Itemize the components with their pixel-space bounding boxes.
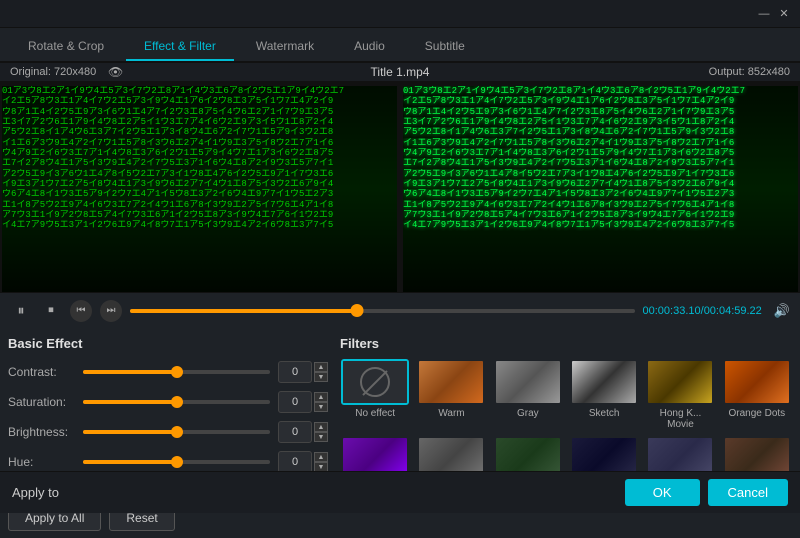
hue-label: Hue: xyxy=(8,455,83,469)
saturation-up[interactable]: ▲ xyxy=(314,392,328,402)
hue-row: Hue: 0 ▲ ▼ xyxy=(8,451,328,473)
tabs-bar: Rotate & Crop Effect & Filter Watermark … xyxy=(0,28,800,62)
time-display: 00:00:33.10/00:04:59.22 xyxy=(643,305,762,317)
hue-fill xyxy=(83,460,177,464)
preview-video: 01ア3ウ8エ2ア1イ9ウ4エ5ア3イ7ウ2エ8ア1イ4ウ3エ6ア8イ2ウ5エ1… xyxy=(403,86,798,292)
saturation-label: Saturation: xyxy=(8,395,83,409)
brightness-thumb xyxy=(171,426,183,438)
tab-watermark[interactable]: Watermark xyxy=(238,33,332,61)
tab-subtitle[interactable]: Subtitle xyxy=(407,33,483,61)
basic-effect-title: Basic Effect xyxy=(8,336,328,351)
minimize-button[interactable]: — xyxy=(756,6,772,22)
filter-label-hk-movie: Hong K... Movie xyxy=(645,408,715,430)
hue-spinners: ▲ ▼ xyxy=(314,452,328,472)
brightness-label: Brightness: xyxy=(8,425,83,439)
filter-gray[interactable]: Gray xyxy=(493,359,563,430)
hue-slider[interactable] xyxy=(83,460,270,464)
saturation-value: 0 xyxy=(278,391,312,413)
original-video: 01ア3ウ8エ2ア1イ9ウ4エ5ア3イ7ウ2エ8ア1イ4ウ3エ6ア8イ2ウ5エ1… xyxy=(2,86,397,292)
saturation-thumb xyxy=(171,396,183,408)
filter-hk-movie[interactable]: Hong K... Movie xyxy=(645,359,715,430)
brightness-fill xyxy=(83,430,177,434)
saturation-row: Saturation: 0 ▲ ▼ xyxy=(8,391,328,413)
hk-movie-bg xyxy=(648,361,712,403)
time-total: 00:04:59.22 xyxy=(704,305,762,317)
contrast-fill xyxy=(83,370,177,374)
contrast-thumb xyxy=(171,366,183,378)
apply-to-text: Apply to xyxy=(12,485,59,500)
gray-bg xyxy=(496,361,560,403)
next-button[interactable]: ⏭ xyxy=(100,300,122,322)
progress-thumb xyxy=(351,304,364,317)
video-title-bar: Original: 720x480 👁 Title 1.mp4 Output: … xyxy=(0,62,800,82)
filter-label-orange-dots: Orange Dots xyxy=(728,408,785,419)
brightness-spinners: ▲ ▼ xyxy=(314,422,328,442)
contrast-slider[interactable] xyxy=(83,370,270,374)
time-current: 00:00:33.10 xyxy=(643,305,701,317)
filter-thumb-gray xyxy=(494,359,562,405)
contrast-down[interactable]: ▼ xyxy=(314,372,328,382)
filter-thumb-orange-dots xyxy=(723,359,791,405)
close-button[interactable]: ✕ xyxy=(776,6,792,22)
saturation-down[interactable]: ▼ xyxy=(314,402,328,412)
hue-thumb xyxy=(171,456,183,468)
contrast-label: Contrast: xyxy=(8,365,83,379)
video-title: Title 1.mp4 xyxy=(371,65,430,79)
brightness-up[interactable]: ▲ xyxy=(314,422,328,432)
filter-label-no-effect: No effect xyxy=(355,408,395,419)
contrast-row: Contrast: 0 ▲ ▼ xyxy=(8,361,328,383)
stop-button[interactable]: ⏹ xyxy=(40,300,62,322)
brightness-value: 0 xyxy=(278,421,312,443)
title-bar: — ✕ xyxy=(0,0,800,28)
filter-orange-dots[interactable]: Orange Dots xyxy=(722,359,792,430)
bottom-bar: Apply to OK Cancel xyxy=(0,471,800,513)
progress-fill xyxy=(130,309,357,313)
cancel-button[interactable]: Cancel xyxy=(708,479,788,506)
volume-icon[interactable]: 🔊 xyxy=(774,303,790,319)
video-section: 01ア3ウ8エ2ア1イ9ウ4エ5ア3イ7ウ2エ8ア1イ4ウ3エ6ア8イ2ウ5エ1… xyxy=(0,82,800,292)
brightness-row: Brightness: 0 ▲ ▼ xyxy=(8,421,328,443)
sketch-bg xyxy=(572,361,636,403)
tab-rotate[interactable]: Rotate & Crop xyxy=(10,33,122,61)
eye-icon[interactable]: 👁 xyxy=(108,65,123,79)
filter-thumb-warm xyxy=(417,359,485,405)
filter-label-gray: Gray xyxy=(517,408,539,419)
filter-label-sketch: Sketch xyxy=(589,408,620,419)
progress-track[interactable] xyxy=(130,309,635,313)
orange-dots-bg xyxy=(725,361,789,403)
contrast-up[interactable]: ▲ xyxy=(314,362,328,372)
filter-no-effect[interactable]: No effect xyxy=(340,359,410,430)
output-label: Output: 852x480 xyxy=(709,66,790,78)
brightness-down[interactable]: ▼ xyxy=(314,432,328,442)
no-effect-bg xyxy=(343,361,407,403)
no-effect-icon xyxy=(360,367,390,397)
filter-warm[interactable]: Warm xyxy=(416,359,486,430)
filter-thumb-sketch xyxy=(570,359,638,405)
brightness-slider[interactable] xyxy=(83,430,270,434)
filter-sketch[interactable]: Sketch xyxy=(569,359,639,430)
hue-value: 0 xyxy=(278,451,312,473)
filter-label-warm: Warm xyxy=(438,408,464,419)
filters-title: Filters xyxy=(340,336,792,351)
saturation-spinners: ▲ ▼ xyxy=(314,392,328,412)
warm-bg xyxy=(419,361,483,403)
hue-up[interactable]: ▲ xyxy=(314,452,328,462)
saturation-fill xyxy=(83,400,177,404)
prev-button[interactable]: ⏮ xyxy=(70,300,92,322)
bottom-right-buttons: OK Cancel xyxy=(625,479,788,506)
contrast-value: 0 xyxy=(278,361,312,383)
tab-audio[interactable]: Audio xyxy=(336,33,403,61)
filter-thumb-no-effect xyxy=(341,359,409,405)
saturation-slider[interactable] xyxy=(83,400,270,404)
playback-bar: ⏸ ⏹ ⏮ ⏭ 00:00:33.10/00:04:59.22 🔊 xyxy=(0,292,800,328)
original-label: Original: 720x480 xyxy=(10,66,96,78)
pause-button[interactable]: ⏸ xyxy=(10,300,32,322)
filter-thumb-hk-movie xyxy=(646,359,714,405)
tab-effect[interactable]: Effect & Filter xyxy=(126,33,234,61)
contrast-spinners: ▲ ▼ xyxy=(314,362,328,382)
ok-button[interactable]: OK xyxy=(625,479,700,506)
